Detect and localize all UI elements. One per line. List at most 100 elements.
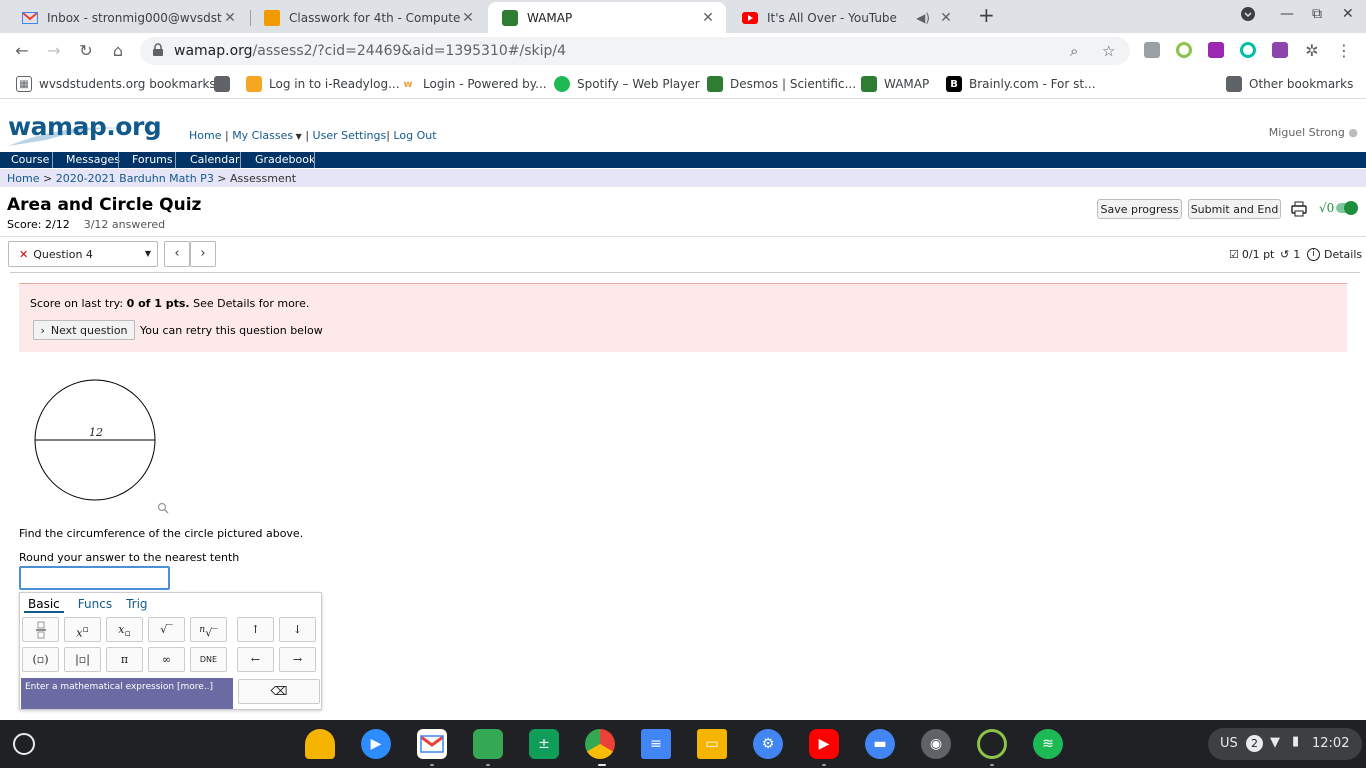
math-entry-toggle[interactable]: √0 [1319, 201, 1359, 215]
gmail-app-icon[interactable] [417, 729, 447, 759]
close-icon[interactable]: ✕ [460, 10, 476, 26]
nav-home[interactable]: Home [189, 129, 221, 142]
reload-icon[interactable]: ↻ [76, 41, 96, 61]
menu-messages[interactable]: Messages [66, 153, 120, 166]
bookmark-wamap[interactable]: WAMAP [861, 76, 929, 92]
menu-calendar[interactable]: Calendar [190, 153, 239, 166]
tab-search-icon[interactable] [1240, 6, 1256, 26]
back-icon[interactable]: ← [12, 41, 32, 61]
print-icon[interactable] [1291, 201, 1307, 220]
menu-gradebook[interactable]: Gradebook [255, 153, 315, 166]
round-instruction: Round your answer to the nearest tenth [19, 551, 240, 564]
power-key[interactable]: x▫ [64, 617, 101, 642]
tab-classroom[interactable]: Classwork for 4th - Computer Es ✕ [250, 2, 486, 33]
question-points: ☑ 0/1 pt [1229, 248, 1275, 261]
close-icon[interactable]: ✕ [938, 10, 954, 26]
iready-app-icon[interactable] [977, 729, 1007, 759]
sqrt-key[interactable]: √‾ [148, 617, 185, 642]
details-button[interactable]: i Details [1307, 248, 1362, 261]
backspace-key[interactable]: ⌫ [238, 679, 320, 704]
close-icon[interactable]: ✕ [700, 10, 716, 26]
breadcrumb-home[interactable]: Home [7, 172, 39, 185]
right-arrow-key[interactable]: → [279, 647, 316, 672]
pdf-extension-icon[interactable] [1272, 42, 1288, 58]
next-question-button[interactable]: › Next question [33, 320, 135, 340]
nav-user-settings[interactable]: User Settings [313, 129, 387, 142]
menu-icon[interactable]: ⋮ [1334, 41, 1354, 61]
bookmark-login[interactable]: w Login - Powered by... [400, 76, 546, 92]
bookmark-wvsd[interactable]: ▦ wvsdstudents.org bookmarks [16, 76, 216, 92]
up-arrow-key[interactable]: ↑ [237, 617, 274, 642]
files-icon[interactable]: ▬ [865, 729, 895, 759]
forward-icon[interactable]: → [44, 41, 64, 61]
settings-icon[interactable]: ⚙ [753, 729, 783, 759]
retries-count: ↺ 1 [1280, 248, 1301, 261]
grammar-extension-icon[interactable] [1240, 42, 1256, 58]
bookmark-folder[interactable] [214, 76, 237, 92]
classroom-app-icon[interactable] [473, 729, 503, 759]
bookmark-spotify[interactable]: Spotify – Web Player [554, 76, 700, 92]
bookmark-brainly[interactable]: B Brainly.com - For st... [946, 76, 1096, 92]
docs-icon[interactable]: ≡ [641, 729, 671, 759]
previous-question-button[interactable]: ‹ [164, 241, 190, 267]
spotify-app-icon[interactable]: ≋ [1033, 729, 1063, 759]
keypad-tab-funcs[interactable]: Funcs [78, 597, 112, 613]
star-icon[interactable]: ☆ [1102, 42, 1115, 60]
youtube-app-icon[interactable]: ▶ [809, 729, 839, 759]
zoom-app-icon[interactable]: ▶ [361, 729, 391, 759]
fraction-key[interactable] [22, 617, 59, 642]
menu-forums[interactable]: Forums [132, 153, 173, 166]
extension-icon[interactable] [1144, 42, 1160, 58]
extensions-icon[interactable]: ✲ [1302, 41, 1322, 61]
close-window-icon[interactable]: ✕ [1342, 6, 1354, 22]
puzzle-extension-icon[interactable] [1208, 42, 1224, 58]
answer-input[interactable] [19, 566, 170, 590]
sheets-calc-icon[interactable]: ± [529, 729, 559, 759]
bookmark-iready[interactable]: Log in to i-Readylog... [246, 76, 400, 92]
address-bar[interactable]: wamap.org/assess2/?cid=24469&aid=1395310… [140, 37, 1130, 65]
close-icon[interactable]: ✕ [222, 10, 238, 26]
camera-icon[interactable]: ◉ [921, 729, 951, 759]
home-icon[interactable]: ⌂ [108, 41, 128, 61]
zoom-icon[interactable]: ⌕ [1070, 42, 1078, 60]
launcher-icon[interactable] [13, 733, 35, 755]
left-arrow-key[interactable]: ← [237, 647, 274, 672]
subscript-key[interactable]: x▫ [106, 617, 143, 642]
tab-title: WAMAP [527, 10, 573, 25]
keypad-help[interactable]: Enter a mathematical expression [more..] [21, 678, 233, 709]
speaker-icon[interactable]: ◀) [916, 11, 930, 25]
nav-my-classes[interactable]: My Classes [232, 129, 293, 142]
absolute-value-key[interactable]: |▫| [64, 647, 101, 672]
down-arrow-key[interactable]: ↓ [279, 617, 316, 642]
minimize-icon[interactable]: — [1280, 6, 1294, 22]
menu-course[interactable]: Course [11, 153, 49, 166]
tab-youtube[interactable]: It's All Over - YouTube ◀) ✕ [728, 2, 964, 33]
keypad-tab-basic[interactable]: Basic [24, 597, 64, 613]
question-select[interactable]: ✕ Question 4 ▼ [8, 241, 158, 267]
iready-extension-icon[interactable] [1176, 42, 1192, 58]
keep-icon[interactable] [305, 729, 335, 759]
keypad-tab-trig[interactable]: Trig [126, 597, 147, 613]
next-question-arrow-button[interactable]: › [190, 241, 216, 267]
nth-root-key[interactable]: n√‾ [190, 617, 227, 642]
submit-and-end-button[interactable]: Submit and End [1188, 199, 1281, 219]
slides-icon[interactable]: ▭ [697, 729, 727, 759]
chrome-icon[interactable] [585, 729, 615, 759]
breadcrumb-course[interactable]: 2020-2021 Barduhn Math P3 [56, 172, 214, 185]
system-tray[interactable]: US 2 ▼ ▮ 12:02 [1208, 728, 1362, 760]
bookmark-other[interactable]: Other bookmarks [1226, 76, 1353, 92]
nav-log-out[interactable]: Log Out [393, 129, 436, 142]
save-progress-button[interactable]: Save progress [1097, 199, 1182, 219]
magnify-icon[interactable] [157, 502, 169, 514]
infinity-key[interactable]: ∞ [148, 647, 185, 672]
new-tab-icon[interactable]: + [978, 3, 995, 27]
caret-down-icon[interactable]: ▼ [293, 132, 302, 141]
pi-key[interactable]: π [106, 647, 143, 672]
restore-icon[interactable]: ⧉ [1312, 6, 1322, 22]
user-name[interactable]: Miguel Strong ● [1269, 126, 1358, 139]
tab-wamap[interactable]: WAMAP ✕ [488, 2, 726, 33]
bookmark-desmos[interactable]: Desmos | Scientific... [707, 76, 856, 92]
dne-key[interactable]: DNE [190, 647, 227, 672]
tab-gmail[interactable]: Inbox - stronmig000@wvsdstude ✕ [8, 2, 248, 33]
parentheses-key[interactable]: (▫) [22, 647, 59, 672]
